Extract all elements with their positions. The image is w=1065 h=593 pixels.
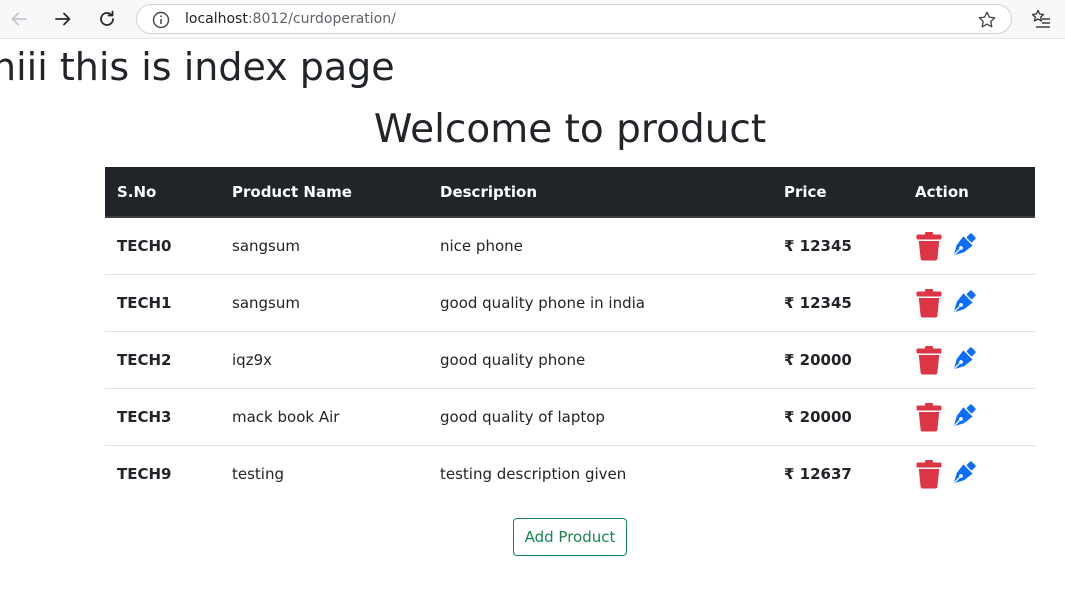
edit-button[interactable] [949, 459, 977, 489]
cell-actions [903, 388, 1035, 445]
action-group [915, 459, 1035, 489]
delete-button[interactable] [915, 459, 943, 489]
add-product-button[interactable]: Add Product [513, 518, 627, 556]
column-header-name: Product Name [220, 167, 428, 218]
address-bar[interactable]: localhost:8012/curdoperation/ [136, 4, 1012, 34]
edit-button[interactable] [949, 402, 977, 432]
url-text[interactable]: localhost:8012/curdoperation/ [185, 11, 396, 28]
table-header: S.No Product Name Description Price Acti… [105, 167, 1035, 218]
page-title: Welcome to product [373, 107, 767, 152]
index-heading: hiii this is index page [0, 45, 395, 89]
cell-price: ₹ 12345 [784, 236, 852, 255]
cell-price: ₹ 20000 [784, 407, 852, 426]
cell-price: ₹ 20000 [784, 350, 852, 369]
trash-icon [916, 288, 942, 317]
cell-price: ₹ 12345 [784, 293, 852, 312]
cell-description: good quality phone in india [440, 293, 645, 312]
trash-icon [916, 402, 942, 431]
action-group [915, 288, 1035, 318]
column-header-price: Price [772, 167, 903, 218]
action-group [915, 231, 1035, 261]
edit-button[interactable] [949, 231, 977, 261]
reload-icon [100, 10, 114, 26]
product-table: S.No Product Name Description Price Acti… [105, 167, 1035, 502]
trash-icon [916, 345, 942, 374]
cell-product-name: testing [232, 464, 285, 483]
table-row: TECH3 mack book Air good quality of lapt… [105, 388, 1035, 445]
cell-sno: TECH1 [117, 293, 172, 312]
pen-icon [953, 461, 976, 483]
cell-product-name: sangsum [232, 293, 300, 312]
url-host: localhost [185, 11, 248, 27]
edit-button[interactable] [949, 345, 977, 375]
info-icon[interactable] [152, 11, 170, 33]
cell-product-name: sangsum [232, 236, 300, 255]
column-header-action: Action [903, 167, 1035, 218]
delete-button[interactable] [915, 402, 943, 432]
cell-product-name: iqz9x [232, 350, 272, 369]
pen-icon [953, 346, 976, 369]
table-body: TECH0 sangsum nice phone ₹ 12345 TECH1 s… [105, 217, 1035, 502]
pen-icon [953, 233, 976, 255]
back-button[interactable] [7, 7, 31, 31]
cell-description: good quality of laptop [440, 407, 605, 426]
arrow-right-icon [55, 12, 71, 26]
edit-button[interactable] [949, 288, 977, 318]
table-row: TECH0 sangsum nice phone ₹ 12345 [105, 217, 1035, 274]
trash-icon [916, 231, 942, 261]
browser-toolbar: localhost:8012/curdoperation/ [0, 0, 1065, 39]
pen-icon [953, 289, 976, 312]
cell-description: good quality phone [440, 350, 586, 369]
pen-icon [953, 403, 976, 426]
table-row: TECH9 testing testing description given … [105, 445, 1035, 502]
trash-icon [916, 459, 942, 489]
forward-button[interactable] [51, 7, 75, 31]
arrow-left-icon [11, 12, 27, 26]
cell-sno: TECH3 [117, 407, 172, 426]
cell-description: testing description given [440, 464, 627, 483]
cell-actions [903, 274, 1035, 331]
cell-actions [903, 331, 1035, 388]
cell-price: ₹ 12637 [784, 464, 852, 483]
star-icon[interactable] [977, 10, 997, 34]
column-header-description: Description [428, 167, 772, 218]
header-row: S.No Product Name Description Price Acti… [105, 167, 1035, 218]
cell-actions [903, 445, 1035, 502]
favorites-icon[interactable] [1030, 8, 1052, 34]
url-path: :8012/curdoperation/ [247, 11, 396, 27]
cell-sno: TECH9 [117, 464, 172, 483]
table-row: TECH2 iqz9x good quality phone ₹ 20000 [105, 331, 1035, 388]
action-group [915, 402, 1035, 432]
cell-sno: TECH0 [117, 236, 172, 255]
delete-button[interactable] [915, 288, 943, 318]
table-row: TECH1 sangsum good quality phone in indi… [105, 274, 1035, 331]
cell-sno: TECH2 [117, 350, 172, 369]
delete-button[interactable] [915, 345, 943, 375]
cell-actions [903, 217, 1035, 274]
delete-button[interactable] [915, 231, 943, 261]
cell-product-name: mack book Air [232, 407, 340, 426]
reload-button[interactable] [95, 7, 119, 31]
action-group [915, 345, 1035, 375]
cell-description: nice phone [440, 236, 523, 255]
column-header-sno: S.No [105, 167, 220, 218]
